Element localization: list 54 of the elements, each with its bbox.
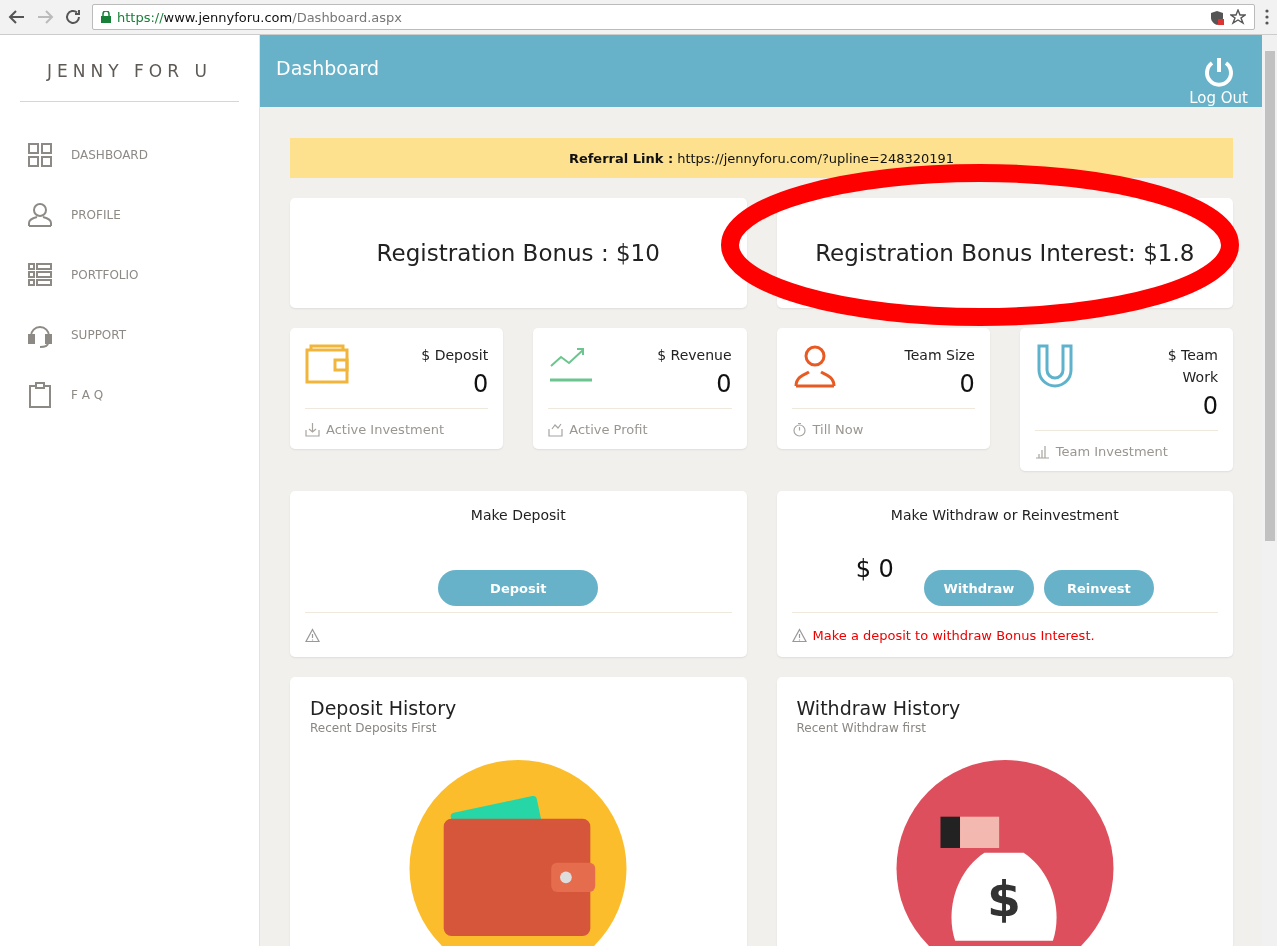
nav-item[interactable]: PROFILE [27, 202, 259, 228]
stat-value: 0 [959, 370, 975, 398]
history-title: Deposit History [310, 697, 458, 719]
bar-chart-icon [1034, 443, 1050, 459]
panel-title: Make Withdraw or Reinvestment [889, 507, 1120, 523]
lock-icon [101, 11, 111, 23]
list-icon [27, 262, 53, 288]
stat-title: Team Size [904, 346, 975, 365]
deposit-button[interactable]: Deposit [438, 570, 599, 606]
page-title: Dashboard [276, 57, 380, 79]
referral-label: Referral Link : [568, 150, 674, 166]
warning-icon [791, 627, 807, 643]
address-bar[interactable]: https://www.jennyforu.com/Dashboard.aspx [92, 4, 1255, 30]
warning-message: Make a deposit to withdraw Bonus Interest. [812, 627, 1095, 643]
nav-item[interactable]: PORTFOLIO [27, 262, 259, 288]
menu-icon[interactable] [1265, 9, 1269, 25]
referral-link[interactable]: https://jennyforu.com/?upline=248320191 [677, 150, 955, 166]
reload-icon[interactable] [64, 8, 82, 26]
stat-value: 0 [472, 370, 489, 398]
reinvest-button[interactable]: Reinvest [1043, 570, 1154, 606]
nav-item[interactable]: F A Q [27, 382, 259, 408]
panel-title: Make Deposit [469, 507, 567, 523]
logout-button[interactable]: Log Out [1189, 55, 1248, 107]
stat-title: $ Deposit [421, 346, 489, 365]
history-title: Withdraw History [796, 697, 962, 719]
star-icon[interactable] [1230, 9, 1246, 25]
stat-caption: Till Now [812, 421, 864, 437]
download-icon [305, 421, 320, 437]
stat-value: 0 [1202, 392, 1218, 420]
back-icon[interactable] [8, 8, 26, 26]
stat-value: 0 [716, 370, 732, 398]
stat-title: $ Team Work [1166, 346, 1218, 387]
scrollbar[interactable] [1262, 35, 1277, 946]
balance-amount: $ 0 [855, 553, 894, 583]
stopwatch-icon [791, 421, 807, 437]
brand-logo: JENNY FOR U [20, 35, 239, 102]
history-subtitle: Recent Deposits First [310, 721, 438, 735]
clipboard-icon [27, 382, 53, 408]
shield-icon[interactable] [1210, 9, 1224, 25]
user-icon [27, 202, 53, 228]
bonus-card: Registration Bonus : $10 [290, 198, 747, 308]
stat-caption: Team Investment [1055, 443, 1168, 459]
stat-caption: Active Profit [569, 421, 648, 437]
history-subtitle: Recent Withdraw first [796, 721, 927, 735]
withdraw-button[interactable]: Withdraw [923, 570, 1034, 606]
grid-icon [27, 142, 53, 168]
stat-caption: Active Investment [326, 421, 444, 437]
tray-icon [548, 421, 564, 437]
money-bag-illustration: $ [893, 760, 1116, 946]
nav-item[interactable]: DASHBOARD [27, 142, 259, 168]
nav-item[interactable]: SUPPORT [27, 322, 259, 348]
wallet-icon [305, 344, 351, 384]
warning-icon [305, 627, 320, 643]
stat-title: $ Revenue [657, 346, 732, 365]
